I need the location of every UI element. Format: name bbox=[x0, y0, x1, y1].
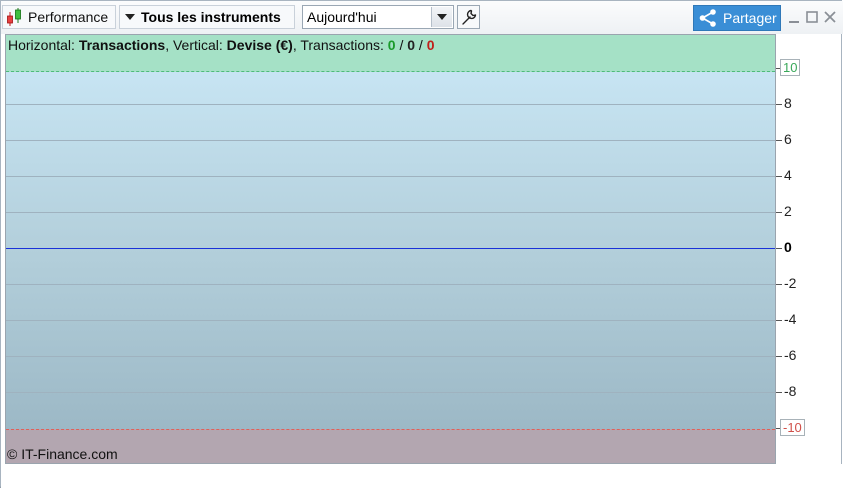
share-icon bbox=[699, 9, 716, 27]
y-tick bbox=[776, 212, 782, 213]
bottom-strip bbox=[1, 464, 843, 489]
settings-button[interactable] bbox=[457, 5, 480, 29]
separator: / bbox=[399, 37, 404, 53]
period-select[interactable]: Aujourd'hui bbox=[302, 5, 454, 29]
y-tick bbox=[776, 104, 782, 105]
y-tick-label: 4 bbox=[784, 167, 792, 183]
y-tick-label: 2 bbox=[784, 203, 792, 219]
vertical-prefix: , Vertical: bbox=[165, 37, 223, 53]
horizontal-value: Transactions bbox=[78, 37, 166, 53]
transactions-positive: 0 bbox=[387, 37, 396, 53]
y-tick bbox=[776, 140, 782, 141]
share-button[interactable]: Partager bbox=[693, 5, 781, 31]
lower-threshold-zone bbox=[6, 429, 775, 463]
y-axis: 10 8 6 4 2 0 -2 -4 -6 -8 -10 bbox=[776, 34, 836, 464]
y-tick bbox=[776, 320, 782, 321]
toolbar: Performance Tous les instruments Aujourd… bbox=[1, 1, 843, 34]
candlestick-icon bbox=[7, 8, 21, 26]
y-tick bbox=[776, 176, 782, 177]
share-label: Partager bbox=[723, 10, 777, 26]
y-tick-label: 0 bbox=[784, 239, 792, 255]
copyright-text: © IT-Finance.com bbox=[7, 446, 118, 462]
grid-line bbox=[6, 140, 775, 141]
transactions-neutral: 0 bbox=[407, 37, 416, 53]
y-tick-label: 8 bbox=[784, 95, 792, 111]
zero-line bbox=[6, 248, 775, 249]
instruments-label: Tous les instruments bbox=[141, 9, 281, 25]
y-tick-label: -4 bbox=[784, 311, 797, 327]
y-tick bbox=[776, 248, 782, 249]
grid-line bbox=[6, 356, 775, 357]
instruments-dropdown[interactable]: Tous les instruments bbox=[119, 5, 295, 29]
chevron-down-icon bbox=[125, 14, 135, 20]
performance-button[interactable]: Performance bbox=[2, 5, 116, 29]
close-button[interactable] bbox=[822, 9, 838, 25]
vertical-value: Devise (€) bbox=[226, 37, 293, 53]
chart-plot-area[interactable]: Horizontal: Transactions, Vertical: Devi… bbox=[5, 34, 776, 464]
period-dropdown-button[interactable] bbox=[431, 7, 452, 27]
performance-label: Performance bbox=[28, 9, 109, 25]
performance-window: Performance Tous les instruments Aujourd… bbox=[0, 0, 843, 489]
chevron-down-icon bbox=[437, 14, 447, 20]
grid-line bbox=[6, 284, 775, 285]
separator: / bbox=[418, 37, 423, 53]
y-tick-label: -6 bbox=[784, 347, 797, 363]
y-tick bbox=[776, 356, 782, 357]
grid-line bbox=[6, 212, 775, 213]
y-tick-label: -8 bbox=[784, 383, 797, 399]
transactions-negative: 0 bbox=[426, 37, 435, 53]
horizontal-prefix: Horizontal: bbox=[8, 37, 75, 53]
maximize-button[interactable] bbox=[804, 9, 820, 25]
wrench-icon bbox=[461, 9, 476, 25]
grid-line bbox=[6, 176, 775, 177]
maximize-icon bbox=[806, 11, 818, 23]
y-tick bbox=[776, 284, 782, 285]
y-tick bbox=[776, 392, 782, 393]
chart-info-header: Horizontal: Transactions, Vertical: Devi… bbox=[8, 37, 435, 53]
grid-line bbox=[6, 104, 775, 105]
grid-line bbox=[6, 392, 775, 393]
y-tick-label: -2 bbox=[784, 275, 797, 291]
minimize-button[interactable] bbox=[786, 9, 802, 25]
grid-line bbox=[6, 320, 775, 321]
upper-threshold-label: 10 bbox=[780, 59, 801, 76]
y-tick-label: 6 bbox=[784, 131, 792, 147]
period-value: Aujourd'hui bbox=[307, 9, 377, 25]
minimize-icon bbox=[789, 21, 799, 23]
lower-threshold-label: -10 bbox=[780, 419, 805, 436]
close-icon bbox=[824, 11, 836, 23]
transactions-prefix: , Transactions: bbox=[292, 37, 384, 53]
